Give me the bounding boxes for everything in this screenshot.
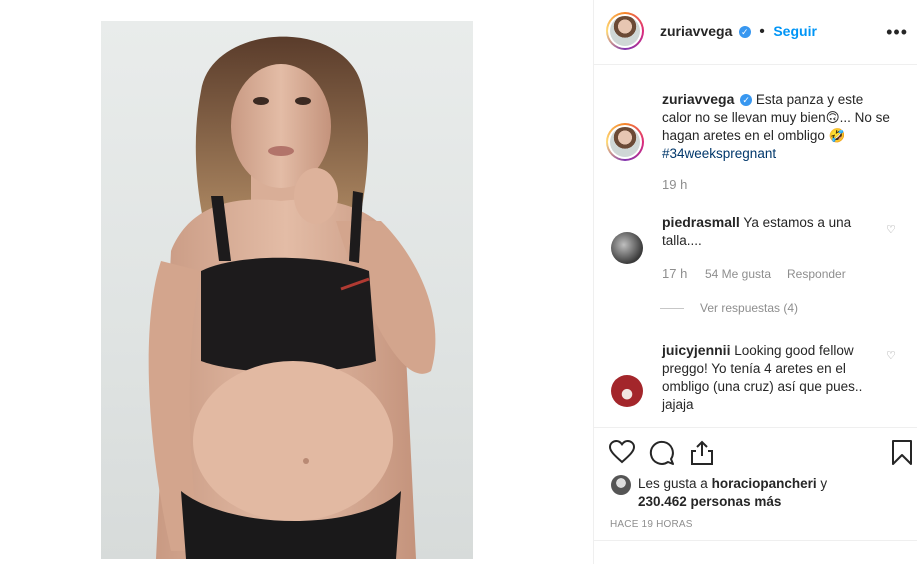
separator-dot: •: [759, 23, 765, 40]
comment-time: 17 h: [662, 266, 688, 281]
action-bar: Les gusta a horaciopancheri y 230.462 pe…: [594, 427, 917, 565]
liker-avatar[interactable]: [611, 475, 631, 495]
heart-icon[interactable]: [608, 439, 636, 469]
author-avatar[interactable]: [606, 12, 644, 50]
caption-hashtag[interactable]: #34weekspregnant: [662, 146, 776, 161]
view-replies-button[interactable]: Ver respuestas (4): [700, 301, 798, 315]
comment-1: piedrasmall Ya estamos a una talla....: [662, 213, 892, 250]
comment-icon[interactable]: [649, 440, 675, 471]
caption-time: 19 h: [662, 177, 688, 192]
comment-avatar[interactable]: [611, 375, 643, 407]
post-timestamp: HACE 19 HORAS: [610, 519, 693, 530]
comments-list[interactable]: zuriavvega ✓ Esta panza y este calor no …: [594, 65, 917, 427]
likes-count[interactable]: 230.462 personas más: [638, 494, 781, 509]
comment-likes[interactable]: 54 Me gusta: [705, 267, 771, 281]
verified-icon: ✓: [738, 25, 751, 38]
heart-icon[interactable]: ♡: [886, 223, 896, 236]
author-username[interactable]: zuriavvega: [660, 23, 732, 39]
more-icon[interactable]: •••: [886, 22, 908, 43]
media-pane: [0, 0, 593, 564]
replies-divider: [660, 308, 684, 309]
share-icon[interactable]: [690, 439, 714, 470]
caption: zuriavvega ✓ Esta panza y este calor no …: [662, 90, 892, 163]
caption-username[interactable]: zuriavvega: [662, 91, 734, 107]
comment-username[interactable]: piedrasmall: [662, 214, 740, 230]
comment-avatar[interactable]: [611, 232, 643, 264]
divider: [594, 540, 917, 541]
reply-button[interactable]: Responder: [787, 267, 846, 281]
caption-avatar[interactable]: [606, 123, 644, 161]
likes-summary: Les gusta a horaciopancheri y 230.462 pe…: [638, 475, 868, 511]
post-photo[interactable]: [101, 21, 473, 559]
likes-joiner: y: [820, 476, 828, 491]
heart-icon[interactable]: ♡: [886, 349, 896, 362]
liker-username[interactable]: horaciopancheri: [712, 476, 817, 491]
post-sidebar: zuriavvega ✓ • Seguir ••• zuriavvega ✓ E…: [593, 0, 917, 564]
comment-username[interactable]: juicyjennii: [662, 342, 730, 358]
verified-icon: ✓: [740, 94, 753, 107]
post-header: zuriavvega ✓ • Seguir •••: [594, 0, 917, 65]
bookmark-icon[interactable]: [891, 440, 913, 471]
comment-2: juicyjennii Looking good fellow preggo! …: [662, 341, 892, 414]
follow-button[interactable]: Seguir: [773, 23, 817, 39]
author-line: zuriavvega ✓ • Seguir: [660, 23, 817, 41]
likes-prefix: Les gusta a: [638, 476, 708, 491]
